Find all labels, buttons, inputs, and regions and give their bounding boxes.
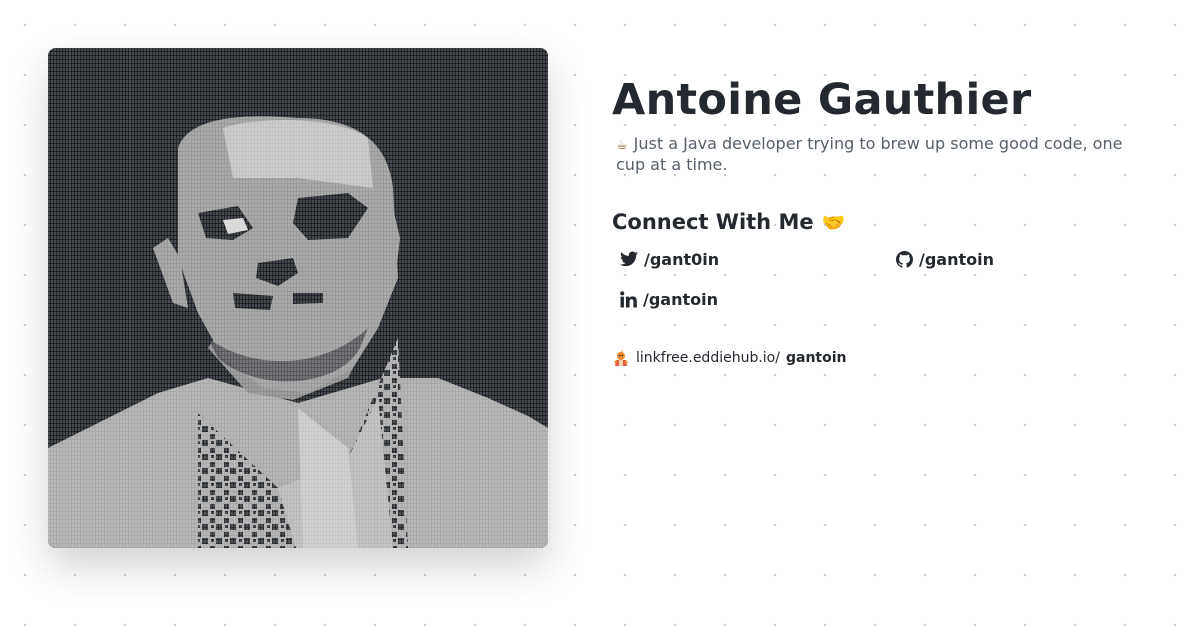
bio-text: Just a Java developer trying to brew up … [616,134,1123,174]
twitter-label: /gant0in [644,249,720,269]
linkedin-link[interactable]: /gantoin [620,288,896,310]
profile-photo [48,48,548,548]
linkfree-mascot-icon [614,349,628,366]
linkfree-link[interactable]: linkfree.eddiehub.io/ gantoin [612,348,1152,368]
linkfree-domain: linkfree.eddiehub.io/ [636,350,780,366]
profile-bio: ☕ Just a Java developer trying to brew up… [616,134,1136,174]
twitter-icon [620,251,638,267]
github-link[interactable]: /gantoin [896,248,1136,270]
linkedin-icon [620,290,637,307]
social-links: /gant0in /gantoin /gantoin [612,248,1152,310]
linkedin-label: /gantoin [643,289,718,309]
profile-name: Antoine Gauthier [612,75,1032,125]
handshake-icon: 🤝 [821,211,846,234]
profile-info: Antoine Gauthier ☕ Just a Java developer … [612,74,1152,368]
coffee-cup-icon: ☕ [616,138,628,153]
twitter-link[interactable]: /gant0in [620,248,896,270]
linkfree-username: gantoin [785,350,847,366]
github-label: /gantoin [919,249,994,269]
connect-heading: Connect With Me 🤝 [612,210,1152,234]
connect-title: Connect With Me [612,210,814,234]
github-icon [896,250,913,268]
